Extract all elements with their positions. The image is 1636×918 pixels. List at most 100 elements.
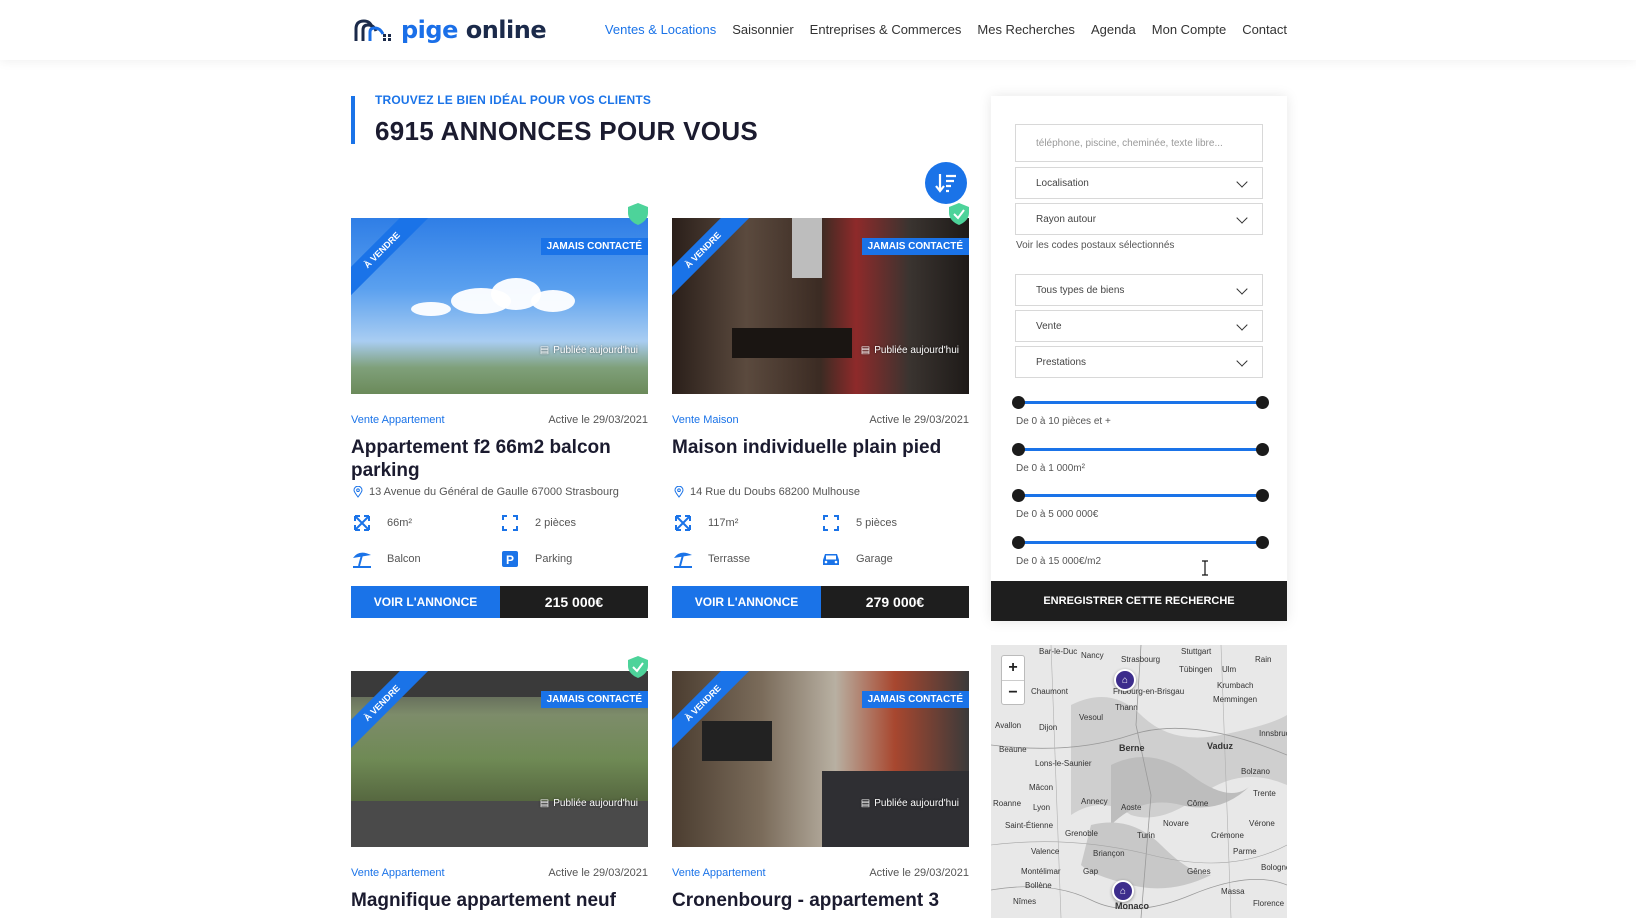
main-nav: Ventes & Locations Saisonnier Entreprise… [589,22,1287,37]
map-city-label: Stuttgart [1181,647,1212,656]
listing-type[interactable]: Vente Appartement [351,414,445,426]
map-city-label: Aoste [1121,803,1142,812]
shield-check-icon [628,656,648,678]
listing-photo[interactable]: À VENDRE JAMAIS CONTACTÉ ▤ Publiée aujour… [351,218,648,394]
sort-button[interactable] [925,162,967,204]
feature-text: 117m² [708,517,739,529]
chevron-down-icon [1236,212,1248,224]
listing-title[interactable]: Maison individuelle plain pied [672,436,969,459]
chevron-down-icon [1236,176,1248,188]
feature-terrace: Terrasse [672,548,820,570]
feature-text: 5 pièces [856,517,897,529]
feature-parking: P Parking [499,548,647,570]
slider-max-handle[interactable] [1256,536,1269,549]
radius-select[interactable]: Rayon autour [1015,203,1263,235]
map-city-label: Tübingen [1179,665,1213,674]
beach-umbrella-icon [351,548,373,570]
listing-photo[interactable]: À VENDRE JAMAIS CONTACTÉ ▤ Publiée aujour… [672,671,969,847]
nav-agenda[interactable]: Agenda [1091,22,1136,37]
listing-type[interactable]: Vente Appartement [351,867,445,879]
range-label: De 0 à 15 000€/m2 [1016,556,1102,567]
published-label: ▤ Publiée aujourd'hui [861,345,959,356]
nav-mon-compte[interactable]: Mon Compte [1152,22,1226,37]
postal-codes-link[interactable]: Voir les codes postaux sélectionnés [1016,240,1174,251]
chevron-down-icon [1236,283,1248,295]
map-city-label: Berne [1119,743,1145,753]
map-city-label: Gap [1083,867,1099,876]
nav-saisonnier[interactable]: Saisonnier [732,22,793,37]
contact-status-badge: JAMAIS CONTACTÉ [540,691,648,708]
slider-max-handle[interactable] [1256,396,1269,409]
hero-title: 6915 ANNONCES POUR VOUS [375,116,759,146]
listing-type[interactable]: Vente Appartement [672,867,766,879]
range-label: De 0 à 5 000 000€ [1016,509,1099,520]
map-city-label: Beaune [999,745,1027,754]
slider-max-handle[interactable] [1256,443,1269,456]
listing-title[interactable]: Magnifique appartement neuf [351,889,648,912]
site-logo[interactable]: pige online [353,14,547,46]
map-city-label: Memmingen [1213,695,1258,704]
feature-text: 2 pièces [535,517,576,529]
prestations-select[interactable]: Prestations [1015,346,1263,378]
select-label: Rayon autour [1036,213,1097,225]
listing-title[interactable]: Appartement f2 66m2 balcon parking [351,436,648,482]
transaction-select[interactable]: Vente [1015,310,1263,342]
listing-photo[interactable]: À VENDRE JAMAIS CONTACTÉ ▤ Publiée aujour… [672,218,969,394]
calendar-icon: ▤ [860,345,871,356]
feature-text: 66m² [387,517,413,529]
nav-mes-recherches[interactable]: Mes Recherches [977,22,1075,37]
listing-date: Active le 29/03/2021 [869,414,969,426]
listings-map[interactable]: Bar-le-Duc Nancy Strasbourg Stuttgart Tü… [991,645,1287,918]
slider-max-handle[interactable] [1256,489,1269,502]
listing-photo[interactable]: À VENDRE JAMAIS CONTACTÉ ▤ Publiée aujour… [351,671,648,847]
property-type-select[interactable]: Tous types de biens [1015,274,1263,306]
location-pin-icon [353,486,363,498]
hero-subtitle: TROUVEZ LE BIEN IDÉAL POUR VOS CLIENTS [375,93,652,107]
save-search-button[interactable]: ENREGISTRER CETTE RECHERCHE [991,581,1287,621]
listing-type[interactable]: Vente Maison [672,414,739,426]
map-city-label: Innsbruck [1259,729,1287,738]
map-city-label: Dijon [1039,723,1058,732]
free-text-search-input[interactable]: téléphone, piscine, cheminée, texte libr… [1015,124,1263,162]
slider-min-handle[interactable] [1012,536,1025,549]
map-city-label: Nancy [1081,651,1104,660]
slider-track [1014,494,1264,497]
map-city-label: Nîmes [1013,897,1037,906]
listing-date: Active le 29/03/2021 [548,414,648,426]
expand-arrows-icon [351,512,373,534]
listing-price: 215 000€ [500,586,648,618]
map-city-label: Lons-le-Saunier [1035,759,1092,768]
listing-card: À VENDRE JAMAIS CONTACTÉ ▤ Publiée aujour… [672,671,969,912]
listing-address: 14 Rue du Doubs 68200 Mulhouse [674,486,969,498]
sort-icon [935,174,956,193]
nav-contact[interactable]: Contact [1242,22,1287,37]
map-city-label: Bolzano [1241,767,1270,776]
nav-ventes-locations[interactable]: Ventes & Locations [605,22,716,37]
listing-title[interactable]: Cronenbourg - appartement 3 [672,889,969,912]
map-city-label: Grenoble [1065,829,1098,838]
feature-rooms: 5 pièces [820,512,968,534]
zoom-out-button[interactable]: − [1002,680,1024,704]
map-marker-icon[interactable]: ⌂ [1114,669,1136,691]
slider-min-handle[interactable] [1012,489,1025,502]
slider-min-handle[interactable] [1012,396,1025,409]
map-city-label: Briançon [1093,849,1125,858]
slider-track [1014,401,1264,404]
map-city-label: Valence [1031,847,1060,856]
chevron-down-icon [1236,355,1248,367]
map-marker-icon[interactable]: ⌂ [1112,880,1134,902]
view-listing-button[interactable]: VOIR L'ANNONCE [351,586,500,618]
zoom-in-button[interactable]: + [1002,656,1024,680]
map-city-label: Avallon [995,721,1022,730]
location-pin-icon [674,486,684,498]
shield-icon [628,203,648,225]
select-label: Localisation [1036,177,1089,189]
expand-arrows-icon [672,512,694,534]
nav-entreprises-commerces[interactable]: Entreprises & Commerces [810,22,962,37]
localisation-select[interactable]: Localisation [1015,167,1263,199]
feature-text: Parking [535,553,573,565]
range-label: De 0 à 1 000m² [1016,463,1085,474]
slider-min-handle[interactable] [1012,443,1025,456]
published-text: Publiée aujourd'hui [874,798,959,809]
view-listing-button[interactable]: VOIR L'ANNONCE [672,586,821,618]
